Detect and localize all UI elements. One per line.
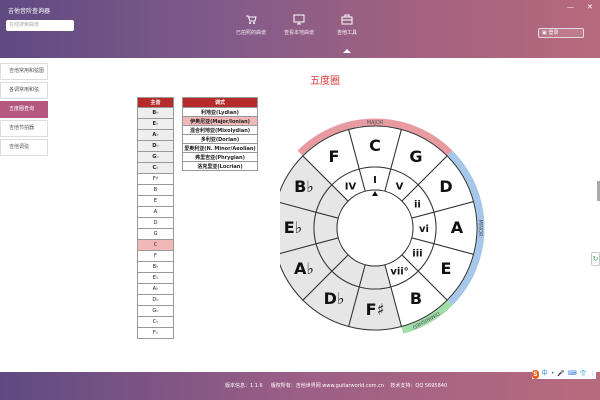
key-label: A (451, 218, 464, 237)
monitor-icon (293, 14, 305, 25)
degree-label: vii° (390, 266, 408, 277)
degree-label: I (373, 175, 377, 186)
tray-dot-icon: • (550, 370, 555, 377)
key-cell[interactable]: F♯ (137, 173, 174, 185)
cart-icon (246, 15, 257, 24)
footer-info: 版本信息：1.1.6 版权所有：吉他世界网 www.guitarworld.co… (225, 382, 447, 389)
sidebar-item-key-chords[interactable]: 各调常用和弦 (0, 82, 48, 99)
key-label: E (441, 259, 452, 278)
key-cell[interactable]: A (137, 206, 174, 218)
key-label: D (439, 177, 452, 196)
center-circle (336, 189, 414, 267)
sidebar-item-tuner[interactable]: 吉他调弦 (0, 139, 48, 156)
key-cell[interactable]: C♭ (137, 162, 174, 174)
key-cell[interactable]: A♭ (137, 283, 174, 295)
version-text: 版本信息：1.1.6 (225, 383, 263, 389)
key-label: B (410, 289, 422, 308)
ime-language: 中 (541, 370, 548, 377)
mode-table: 调式 利地亚(Lydian) 伊奥尼亚(Major/Ionian) 混合利地亚(… (182, 97, 258, 171)
minimize-button[interactable]: — (567, 3, 574, 11)
support-text: 技术支持：QQ 5695840 (390, 383, 448, 389)
mode-table-header: 调式 (182, 97, 258, 108)
key-cell[interactable]: G (137, 228, 174, 240)
nav-local-scores[interactable]: 查看本地曲谱 (277, 14, 321, 36)
bottom-bar: 版本信息：1.1.6 版权所有：吉他世界网 www.guitarworld.co… (0, 372, 600, 400)
degree-label: IV (345, 182, 357, 193)
microphone-icon: 🎤 (557, 370, 565, 377)
key-cell[interactable]: B♭ (137, 107, 174, 119)
key-label: F (329, 147, 340, 166)
key-cell[interactable]: D♭ (137, 140, 174, 152)
key-cell-selected[interactable]: C (137, 239, 174, 251)
key-cell[interactable]: F (137, 250, 174, 262)
mode-cell[interactable]: 弗里吉亚(Phrygian) (182, 152, 258, 162)
mode-cell[interactable]: 利地亚(Lydian) (182, 107, 258, 117)
sidebar-item-metronome[interactable]: 吉他节拍器 (0, 120, 48, 137)
key-cell[interactable]: C♭ (137, 316, 174, 328)
degree-label: iii (412, 249, 422, 260)
ime-tray[interactable]: S 中 • 🎤 ⌨ 👕 ⋮ (532, 369, 596, 379)
copyright-text: 版权所有：吉他世界网 www.guitarworld.com.cn (270, 383, 385, 389)
login-button[interactable]: ▣ 登录 (538, 28, 584, 38)
mode-cell[interactable]: 洛克里亚(Locrian) (182, 161, 258, 171)
key-cell[interactable]: B♭ (137, 261, 174, 273)
key-label: F♯ (366, 300, 385, 319)
nav-label: 吉他工具 (336, 30, 357, 36)
mode-cell[interactable]: 混合利地亚(Mixolydian) (182, 125, 258, 135)
key-label: C (369, 136, 381, 155)
refresh-icon[interactable]: ↻ (591, 252, 600, 266)
key-cell[interactable]: D (137, 217, 174, 229)
mode-cell-selected[interactable]: 伊奥尼亚(Major/Ionian) (182, 116, 258, 126)
nav-downloaded-scores[interactable]: 已拍照的曲谱 (229, 14, 273, 36)
key-cell[interactable]: G♭ (137, 151, 174, 163)
key-label: A♭ (294, 259, 314, 278)
login-label: 登录 (548, 30, 559, 36)
keyboard-icon: ⌨ (567, 370, 577, 377)
app-title: 吉他音阶查询器 (8, 8, 51, 15)
arc-label: MINOR (477, 220, 483, 237)
key-label: G (409, 147, 422, 166)
sidebar-item-chord-charts[interactable]: 吉他常用和弦图 (0, 63, 48, 80)
circle-of-fifths: C I G V Dii Avi Eiii Bvii° F♯ D♭ A♭ E♭ B♭ F IV MAJOR MIN… (280, 118, 485, 334)
key-label: D♭ (324, 289, 345, 308)
key-cell[interactable]: G♭ (137, 305, 174, 317)
menu-icon: ⋮ (590, 370, 596, 377)
search-input[interactable]: 在线搜索曲谱 (6, 20, 74, 31)
mode-cell[interactable]: 爱奥利亚(N. Minor/Aeolian) (182, 143, 258, 153)
key-label: E♭ (284, 218, 302, 237)
key-cell[interactable]: B (137, 184, 174, 196)
nav-label: 已拍照的曲谱 (235, 30, 266, 36)
ime-logo: S (532, 369, 539, 379)
page-title: 五度圈 (310, 76, 340, 87)
close-button[interactable]: ✕ (587, 3, 593, 11)
key-cell[interactable]: D♭ (137, 294, 174, 306)
degree-label: ii (414, 200, 421, 211)
nav-label: 查看本地曲谱 (283, 30, 314, 36)
sidebar-item-circle-of-fifths[interactable]: 五度圈查询 (0, 101, 48, 118)
degree-label: V (396, 182, 404, 193)
key-cell[interactable]: E♭ (137, 272, 174, 284)
nav-guitar-tools[interactable]: 吉他工具 (325, 14, 369, 53)
key-cell[interactable]: E (137, 195, 174, 207)
mode-cell[interactable]: 多利亚(Dorian) (182, 134, 258, 144)
arc-label: MAJOR (367, 120, 384, 126)
sidebar: 吉他常用和弦图 各调常用和弦 五度圈查询 吉他节拍器 吉他调弦 (0, 63, 48, 158)
key-table: 主音 B♭ E♭ A♭ D♭ G♭ C♭ F♯ B E A D G C F B♭… (137, 97, 174, 339)
key-cell[interactable]: E♭ (137, 118, 174, 130)
toolbox-icon (341, 14, 353, 25)
key-cell[interactable]: A♭ (137, 129, 174, 141)
key-label: B♭ (294, 177, 314, 196)
top-bar: 吉他音阶查询器 在线搜索曲谱 — ✕ 已拍照的曲谱 查看本地曲谱 吉他工具 ▣ … (0, 0, 600, 58)
shirt-icon: 👕 (579, 370, 587, 377)
degree-label: vi (419, 224, 429, 235)
key-cell[interactable]: F♭ (137, 327, 174, 339)
key-table-header: 主音 (137, 97, 174, 108)
